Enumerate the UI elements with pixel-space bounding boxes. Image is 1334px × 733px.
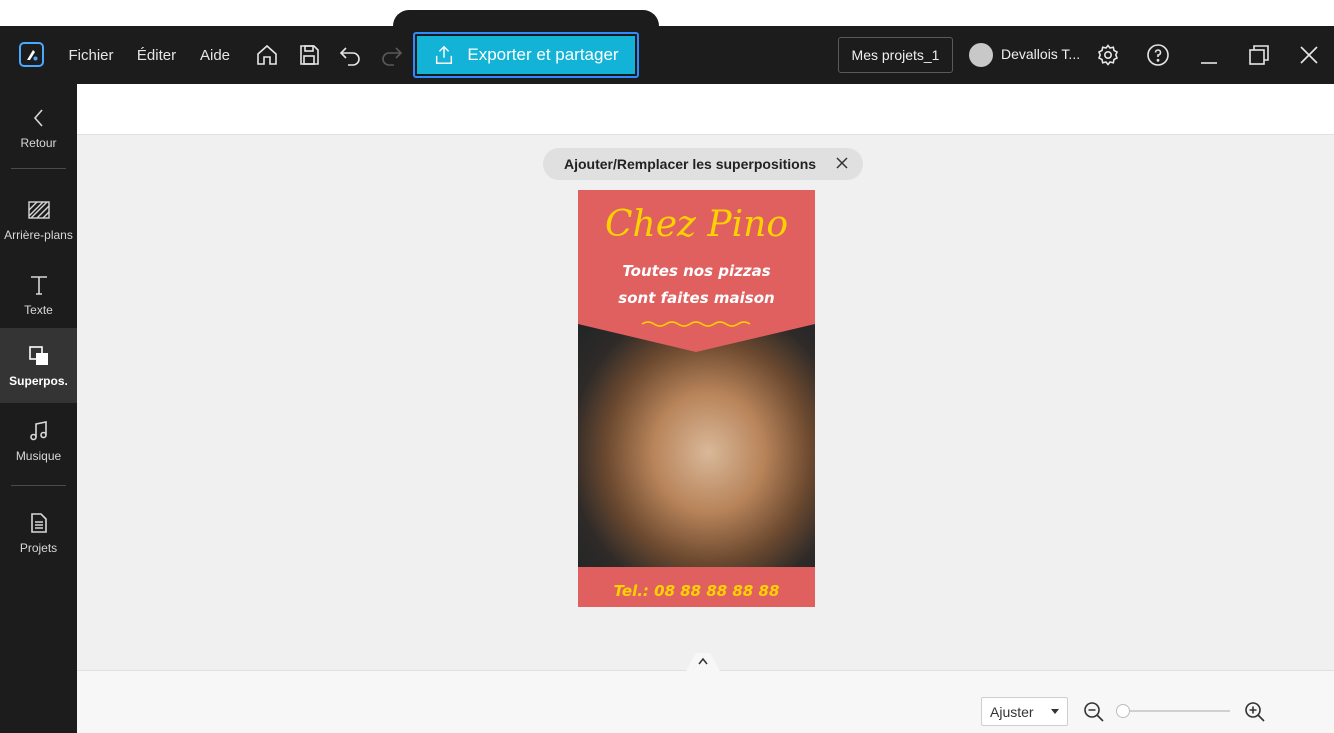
- export-share-label: Exporter et partager: [467, 45, 619, 64]
- gear-icon[interactable]: [1095, 26, 1121, 84]
- overlay-chip-label: Ajouter/Remplacer les superpositions: [564, 156, 817, 172]
- sidebar-item-music[interactable]: Musique: [0, 403, 77, 478]
- help-icon[interactable]: [1145, 26, 1171, 84]
- sidebar: Retour Arrière-plans Texte Superpos. Mus…: [0, 84, 77, 733]
- sidebar-item-overlays[interactable]: Superpos.: [0, 328, 77, 403]
- sidebar-item-back[interactable]: Retour: [0, 90, 77, 165]
- zoom-out-icon[interactable]: [1082, 700, 1106, 724]
- music-note-icon: [29, 420, 47, 440]
- poster-phone: Tel.: 08 88 88 88 88: [578, 575, 815, 607]
- menu-file-label: Fichier: [68, 46, 114, 64]
- poster-subtitle-line2: sont faites maison: [618, 289, 775, 307]
- chevron-up-icon: [698, 657, 708, 665]
- project-name-label: Mes projets_1: [851, 47, 940, 63]
- sidebar-item-label: Arrière-plans: [4, 227, 73, 242]
- zoom-mode-label: Ajuster: [990, 703, 1034, 720]
- zoom-mode-select[interactable]: Ajuster: [981, 697, 1068, 726]
- sidebar-item-label: Projets: [19, 540, 58, 555]
- add-replace-overlays-chip[interactable]: Ajouter/Remplacer les superpositions: [543, 148, 863, 180]
- caret-down-icon: [1051, 709, 1059, 714]
- poster-subtitle-line1: Toutes nos pizzas: [622, 262, 771, 280]
- menu-help[interactable]: Aide: [197, 26, 233, 84]
- menu-file[interactable]: Fichier: [66, 26, 116, 84]
- options-strip: [77, 84, 1334, 135]
- menu-edit[interactable]: Éditer: [134, 26, 179, 84]
- sidebar-item-backgrounds[interactable]: Arrière-plans: [0, 182, 77, 257]
- bottom-bar: [77, 670, 1334, 733]
- redo-icon[interactable]: [379, 26, 405, 84]
- home-icon[interactable]: [254, 26, 280, 84]
- export-share-button[interactable]: Exporter et partager: [413, 32, 639, 78]
- sidebar-item-projects[interactable]: Projets: [0, 495, 77, 570]
- background-pattern-icon: [27, 200, 50, 219]
- sidebar-divider: [11, 168, 66, 169]
- chevron-left-icon: [33, 108, 43, 127]
- document-icon: [30, 512, 47, 533]
- avatar[interactable]: [969, 43, 993, 67]
- undo-icon[interactable]: [337, 26, 363, 84]
- poster-subtitle: Toutes nos pizzas sont faites maison: [578, 258, 815, 312]
- zoom-slider[interactable]: [1116, 710, 1230, 712]
- sidebar-divider: [11, 485, 66, 486]
- title-bar: Fichier Éditer Aide Exporter et partager…: [0, 26, 1334, 84]
- sidebar-item-label: Retour: [20, 135, 57, 150]
- close-icon[interactable]: [1296, 26, 1322, 84]
- overlay-icon: [28, 345, 48, 365]
- projects-button[interactable]: Mes projets_1: [838, 37, 953, 73]
- zoom-in-icon[interactable]: [1243, 700, 1267, 724]
- close-icon[interactable]: [835, 156, 849, 170]
- text-icon: [30, 275, 47, 295]
- restore-icon[interactable]: [1246, 26, 1272, 84]
- sidebar-item-label: Texte: [24, 302, 53, 317]
- menu-edit-label: Éditer: [136, 46, 177, 64]
- sidebar-item-label: Musique: [15, 448, 62, 463]
- menu-help-label: Aide: [199, 46, 231, 64]
- save-icon[interactable]: [296, 26, 322, 84]
- upload-icon: [436, 45, 453, 64]
- user-name[interactable]: Devallois T...: [1001, 46, 1080, 62]
- sidebar-item-text[interactable]: Texte: [0, 257, 77, 332]
- zoom-slider-handle[interactable]: [1116, 704, 1130, 718]
- sidebar-item-label: Superpos.: [9, 373, 68, 388]
- design-canvas-poster[interactable]: Chez Pino Toutes nos pizzas sont faites …: [578, 190, 815, 607]
- app-logo-icon: [19, 42, 44, 67]
- poster-title: Chez Pino: [604, 204, 789, 245]
- minimize-icon[interactable]: [1196, 26, 1222, 84]
